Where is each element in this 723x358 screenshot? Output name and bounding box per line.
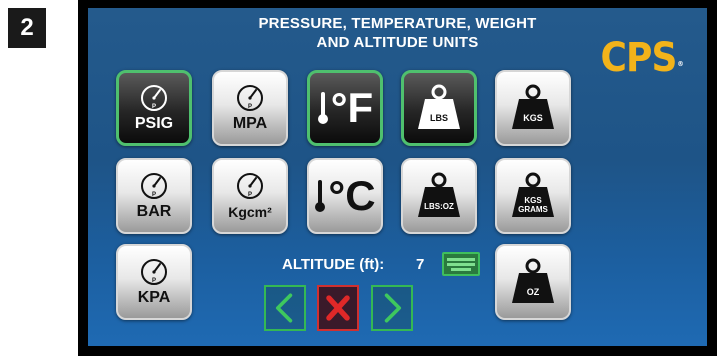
title-line-1: PRESSURE, TEMPERATURE, WEIGHT (258, 15, 537, 32)
weight-icon: OZ (512, 258, 554, 303)
unit-label: OZ (527, 287, 540, 297)
pressure-gauge-icon: P (141, 85, 167, 111)
gauge-marker: P (152, 192, 156, 198)
unit-button-lbs[interactable]: LBS (401, 70, 477, 146)
keyboard-key-row (451, 268, 471, 271)
back-button[interactable] (264, 285, 306, 331)
keyboard-key-row (447, 258, 475, 261)
unit-label-line-1: KGS (524, 196, 542, 205)
unit-label: BAR (136, 203, 172, 220)
altitude-value[interactable]: 7 (416, 256, 424, 273)
unit-label: °C (328, 172, 376, 219)
step-number-badge: 2 (8, 8, 46, 48)
unit-label: LBS (430, 113, 448, 123)
registered-mark: ® (677, 60, 683, 68)
keyboard-icon[interactable] (442, 252, 480, 276)
unit-button-fahrenheit[interactable]: °F (307, 70, 383, 146)
unit-label: °F (330, 84, 374, 131)
unit-button-lbs-oz[interactable]: LBS:OZ (401, 158, 477, 234)
close-icon (326, 295, 350, 321)
chevron-right-icon (384, 293, 402, 323)
keyboard-key-row (447, 263, 475, 266)
unit-label: KPA (137, 289, 171, 306)
device-screen: PRESSURE, TEMPERATURE, WEIGHT AND ALTITU… (78, 0, 717, 356)
pressure-gauge-icon: P (237, 173, 263, 199)
cancel-button[interactable] (317, 285, 359, 331)
unit-button-kgcm2[interactable]: P Kgcm² (212, 158, 288, 234)
pressure-gauge-icon: P (141, 259, 167, 285)
settings-panel: PRESSURE, TEMPERATURE, WEIGHT AND ALTITU… (88, 8, 707, 346)
weight-icon: KGS (512, 84, 554, 129)
unit-button-psig[interactable]: P PSIG (116, 70, 192, 146)
altitude-label: ALTITUDE (ft): (282, 256, 385, 273)
chevron-left-icon (275, 293, 293, 323)
unit-button-celsius[interactable]: °C (307, 158, 383, 234)
unit-label: PSIG (134, 115, 174, 132)
weight-icon: KGS GRAMS (512, 172, 554, 217)
unit-button-bar[interactable]: P BAR (116, 158, 192, 234)
cps-logo: CPS® (601, 38, 684, 78)
pressure-gauge-icon: P (237, 85, 263, 111)
logo-text: CPS (600, 35, 678, 81)
unit-label: LBS:OZ (424, 202, 454, 211)
unit-label-line-2: GRAMS (518, 205, 548, 214)
thermometer-icon (315, 180, 326, 212)
unit-button-oz[interactable]: OZ (495, 244, 571, 320)
temperature-glyph: °C (314, 172, 376, 219)
thermometer-icon (317, 92, 328, 124)
unit-button-kgs-grams[interactable]: KGS GRAMS (495, 158, 571, 234)
unit-label: MPA (232, 115, 268, 132)
gauge-marker: P (152, 104, 156, 110)
unit-label: Kgcm² (228, 204, 272, 220)
gauge-marker: P (152, 278, 156, 284)
unit-button-kpa[interactable]: P KPA (116, 244, 192, 320)
unit-label: KGS (523, 113, 543, 123)
gauge-marker: P (248, 104, 252, 110)
temperature-glyph: °F (317, 87, 373, 129)
forward-button[interactable] (371, 285, 413, 331)
unit-button-kgs[interactable]: KGS (495, 70, 571, 146)
unit-button-mpa[interactable]: P MPA (212, 70, 288, 146)
weight-icon: LBS (418, 84, 460, 129)
pressure-gauge-icon: P (141, 173, 167, 199)
weight-icon: LBS:OZ (418, 172, 460, 217)
gauge-marker: P (248, 192, 252, 198)
